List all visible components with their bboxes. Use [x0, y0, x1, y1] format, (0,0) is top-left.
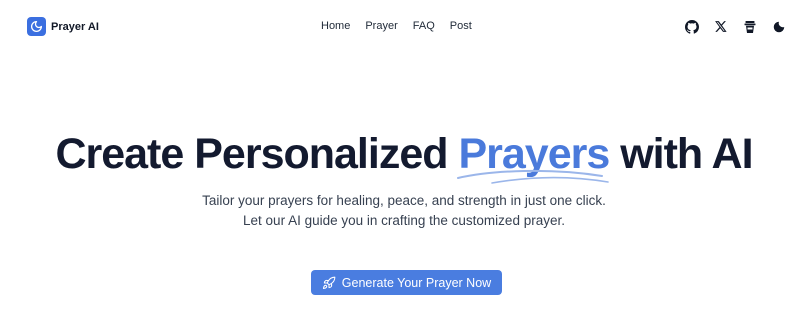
hero-title-highlight: Prayers [457, 130, 610, 184]
nav-item-home[interactable]: Home [321, 20, 350, 32]
rocket-icon [322, 276, 336, 290]
brand-link[interactable]: Prayer AI [27, 17, 99, 36]
hero-title-start: Create Personalized [55, 130, 448, 178]
hero-title-end: with AI [620, 130, 753, 178]
nav-item-faq[interactable]: FAQ [413, 20, 435, 32]
header: Prayer AI Home Prayer FAQ Post [0, 0, 808, 54]
brand-name: Prayer AI [51, 20, 99, 33]
x-icon[interactable] [713, 19, 728, 34]
nav-item-prayer[interactable]: Prayer [365, 20, 397, 32]
hero-title-highlight-text: Prayers [458, 130, 610, 178]
page: Prayer AI Home Prayer FAQ Post Create Pe… [0, 0, 808, 320]
moon-logo-icon [27, 17, 46, 36]
moon-icon[interactable] [771, 19, 786, 34]
nav-item-post[interactable]: Post [450, 20, 472, 32]
header-icons [684, 19, 786, 34]
hero-title: Create Personalized Prayers with AI [0, 130, 808, 184]
github-icon[interactable] [684, 19, 699, 34]
hero-subtitle-line-1: Tailor your prayers for healing, peace, … [202, 193, 606, 208]
generate-prayer-button[interactable]: Generate Your Prayer Now [311, 270, 502, 295]
generate-prayer-label: Generate Your Prayer Now [341, 275, 492, 290]
main-nav: Home Prayer FAQ Post [321, 20, 472, 32]
coffee-icon[interactable] [742, 19, 757, 34]
hero-subtitle-line-2: Let our AI guide you in crafting the cus… [243, 213, 565, 228]
